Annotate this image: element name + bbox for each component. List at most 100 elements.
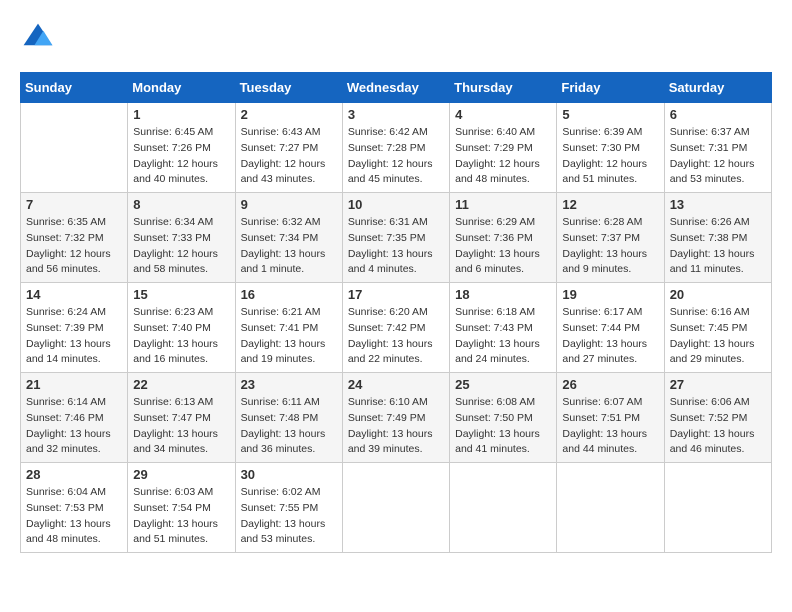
- calendar-cell: 24 Sunrise: 6:10 AMSunset: 7:49 PMDayligh…: [342, 373, 449, 463]
- day-of-week-header: Wednesday: [342, 73, 449, 103]
- day-info: Sunrise: 6:16 AMSunset: 7:45 PMDaylight:…: [670, 305, 766, 368]
- day-number: 29: [133, 467, 229, 482]
- calendar-table: SundayMondayTuesdayWednesdayThursdayFrid…: [20, 72, 772, 553]
- calendar-cell: 26Sunrise: 6:07 AMSunset: 7:51 PMDayligh…: [557, 373, 664, 463]
- calendar-cell: 9 Sunrise: 6:32 AMSunset: 7:34 PMDaylight…: [235, 193, 342, 283]
- day-info: Sunrise: 6:02 AMSunset: 7:55 PMDaylight:…: [241, 485, 337, 548]
- day-info: Sunrise: 6:23 AMSunset: 7:40 PMDaylight:…: [133, 305, 229, 368]
- calendar-cell: 18Sunrise: 6:18 AMSunset: 7:43 PMDayligh…: [450, 283, 557, 373]
- calendar-cell: 11 Sunrise: 6:29 AMSunset: 7:36 PMDayligh…: [450, 193, 557, 283]
- day-number: 4: [455, 107, 551, 122]
- day-info: Sunrise: 6:24 AMSunset: 7:39 PMDaylight:…: [26, 305, 122, 368]
- logo-icon: [20, 20, 56, 56]
- day-number: 5: [562, 107, 658, 122]
- calendar-header-row: SundayMondayTuesdayWednesdayThursdayFrid…: [21, 73, 772, 103]
- calendar-cell: [664, 463, 771, 553]
- day-info: Sunrise: 6:32 AMSunset: 7:34 PMDaylight:…: [241, 215, 337, 278]
- calendar-cell: 2Sunrise: 6:43 AMSunset: 7:27 PMDaylight…: [235, 103, 342, 193]
- calendar-cell: [557, 463, 664, 553]
- day-info: Sunrise: 6:31 AMSunset: 7:35 PMDaylight:…: [348, 215, 444, 278]
- day-number: 22: [133, 377, 229, 392]
- day-info: Sunrise: 6:43 AMSunset: 7:27 PMDaylight:…: [241, 125, 337, 188]
- calendar-cell: 22 Sunrise: 6:13 AMSunset: 7:47 PMDayligh…: [128, 373, 235, 463]
- day-of-week-header: Saturday: [664, 73, 771, 103]
- day-info: Sunrise: 6:06 AMSunset: 7:52 PMDaylight:…: [670, 395, 766, 458]
- day-number: 13: [670, 197, 766, 212]
- day-info: Sunrise: 6:34 AMSunset: 7:33 PMDaylight:…: [133, 215, 229, 278]
- day-number: 30: [241, 467, 337, 482]
- day-info: Sunrise: 6:20 AMSunset: 7:42 PMDaylight:…: [348, 305, 444, 368]
- calendar-cell: 19 Sunrise: 6:17 AMSunset: 7:44 PMDayligh…: [557, 283, 664, 373]
- day-info: Sunrise: 6:10 AMSunset: 7:49 PMDaylight:…: [348, 395, 444, 458]
- calendar-cell: 4 Sunrise: 6:40 AMSunset: 7:29 PMDaylight…: [450, 103, 557, 193]
- day-info: Sunrise: 6:26 AMSunset: 7:38 PMDaylight:…: [670, 215, 766, 278]
- day-number: 11: [455, 197, 551, 212]
- day-number: 12: [562, 197, 658, 212]
- calendar-cell: 7 Sunrise: 6:35 AMSunset: 7:32 PMDaylight…: [21, 193, 128, 283]
- day-info: Sunrise: 6:18 AMSunset: 7:43 PMDaylight:…: [455, 305, 551, 368]
- calendar-week-row: 14Sunrise: 6:24 AMSunset: 7:39 PMDayligh…: [21, 283, 772, 373]
- day-info: Sunrise: 6:17 AMSunset: 7:44 PMDaylight:…: [562, 305, 658, 368]
- day-number: 28: [26, 467, 122, 482]
- calendar-cell: 21 Sunrise: 6:14 AMSunset: 7:46 PMDayligh…: [21, 373, 128, 463]
- page-header: [20, 20, 772, 56]
- day-info: Sunrise: 6:07 AMSunset: 7:51 PMDaylight:…: [562, 395, 658, 458]
- calendar-cell: 5 Sunrise: 6:39 AMSunset: 7:30 PMDaylight…: [557, 103, 664, 193]
- day-number: 23: [241, 377, 337, 392]
- calendar-cell: 12 Sunrise: 6:28 AMSunset: 7:37 PMDayligh…: [557, 193, 664, 283]
- day-number: 3: [348, 107, 444, 122]
- calendar-week-row: 1 Sunrise: 6:45 AMSunset: 7:26 PMDaylight…: [21, 103, 772, 193]
- calendar-week-row: 28 Sunrise: 6:04 AMSunset: 7:53 PMDayligh…: [21, 463, 772, 553]
- day-of-week-header: Friday: [557, 73, 664, 103]
- calendar-cell: 30 Sunrise: 6:02 AMSunset: 7:55 PMDayligh…: [235, 463, 342, 553]
- day-number: 24: [348, 377, 444, 392]
- calendar-cell: 8Sunrise: 6:34 AMSunset: 7:33 PMDaylight…: [128, 193, 235, 283]
- day-number: 27: [670, 377, 766, 392]
- calendar-cell: 28 Sunrise: 6:04 AMSunset: 7:53 PMDayligh…: [21, 463, 128, 553]
- day-info: Sunrise: 6:37 AMSunset: 7:31 PMDaylight:…: [670, 125, 766, 188]
- calendar-cell: 6 Sunrise: 6:37 AMSunset: 7:31 PMDaylight…: [664, 103, 771, 193]
- calendar-week-row: 21 Sunrise: 6:14 AMSunset: 7:46 PMDayligh…: [21, 373, 772, 463]
- day-number: 15: [133, 287, 229, 302]
- calendar-cell: 23 Sunrise: 6:11 AMSunset: 7:48 PMDayligh…: [235, 373, 342, 463]
- day-number: 1: [133, 107, 229, 122]
- day-number: 16: [241, 287, 337, 302]
- day-info: Sunrise: 6:04 AMSunset: 7:53 PMDaylight:…: [26, 485, 122, 548]
- calendar-cell: 14Sunrise: 6:24 AMSunset: 7:39 PMDayligh…: [21, 283, 128, 373]
- calendar-cell: 16 Sunrise: 6:21 AMSunset: 7:41 PMDayligh…: [235, 283, 342, 373]
- calendar-cell: 29Sunrise: 6:03 AMSunset: 7:54 PMDayligh…: [128, 463, 235, 553]
- day-of-week-header: Tuesday: [235, 73, 342, 103]
- day-info: Sunrise: 6:21 AMSunset: 7:41 PMDaylight:…: [241, 305, 337, 368]
- day-info: Sunrise: 6:45 AMSunset: 7:26 PMDaylight:…: [133, 125, 229, 188]
- day-info: Sunrise: 6:39 AMSunset: 7:30 PMDaylight:…: [562, 125, 658, 188]
- calendar-cell: 3 Sunrise: 6:42 AMSunset: 7:28 PMDaylight…: [342, 103, 449, 193]
- day-number: 9: [241, 197, 337, 212]
- day-info: Sunrise: 6:14 AMSunset: 7:46 PMDaylight:…: [26, 395, 122, 458]
- day-number: 21: [26, 377, 122, 392]
- calendar-cell: [342, 463, 449, 553]
- day-info: Sunrise: 6:40 AMSunset: 7:29 PMDaylight:…: [455, 125, 551, 188]
- calendar-cell: 17Sunrise: 6:20 AMSunset: 7:42 PMDayligh…: [342, 283, 449, 373]
- calendar-cell: 10 Sunrise: 6:31 AMSunset: 7:35 PMDayligh…: [342, 193, 449, 283]
- calendar-cell: 20 Sunrise: 6:16 AMSunset: 7:45 PMDayligh…: [664, 283, 771, 373]
- day-of-week-header: Sunday: [21, 73, 128, 103]
- logo: [20, 20, 62, 56]
- day-of-week-header: Monday: [128, 73, 235, 103]
- day-info: Sunrise: 6:13 AMSunset: 7:47 PMDaylight:…: [133, 395, 229, 458]
- day-info: Sunrise: 6:29 AMSunset: 7:36 PMDaylight:…: [455, 215, 551, 278]
- day-number: 10: [348, 197, 444, 212]
- day-number: 6: [670, 107, 766, 122]
- day-number: 19: [562, 287, 658, 302]
- day-number: 20: [670, 287, 766, 302]
- day-info: Sunrise: 6:28 AMSunset: 7:37 PMDaylight:…: [562, 215, 658, 278]
- day-number: 7: [26, 197, 122, 212]
- calendar-cell: 15 Sunrise: 6:23 AMSunset: 7:40 PMDayligh…: [128, 283, 235, 373]
- day-info: Sunrise: 6:35 AMSunset: 7:32 PMDaylight:…: [26, 215, 122, 278]
- day-number: 25: [455, 377, 551, 392]
- day-info: Sunrise: 6:08 AMSunset: 7:50 PMDaylight:…: [455, 395, 551, 458]
- calendar-cell: 27 Sunrise: 6:06 AMSunset: 7:52 PMDayligh…: [664, 373, 771, 463]
- calendar-cell: 1 Sunrise: 6:45 AMSunset: 7:26 PMDaylight…: [128, 103, 235, 193]
- day-info: Sunrise: 6:42 AMSunset: 7:28 PMDaylight:…: [348, 125, 444, 188]
- calendar-cell: [21, 103, 128, 193]
- day-info: Sunrise: 6:11 AMSunset: 7:48 PMDaylight:…: [241, 395, 337, 458]
